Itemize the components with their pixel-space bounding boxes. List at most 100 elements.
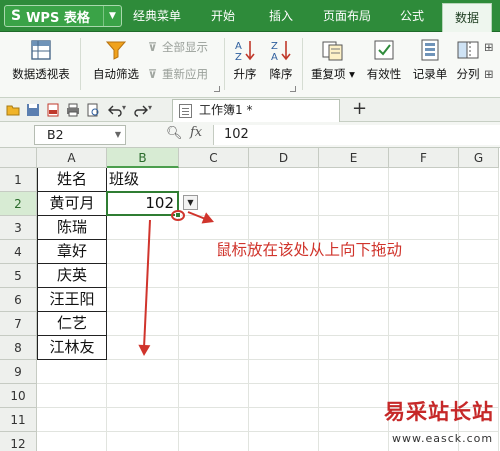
cell-c12[interactable]	[179, 432, 249, 451]
cell-c1[interactable]	[179, 168, 249, 192]
print-preview-icon[interactable]	[86, 103, 100, 117]
column-header-d[interactable]: D	[249, 148, 319, 168]
cell-d2[interactable]	[249, 192, 319, 216]
cell-f7[interactable]	[389, 312, 459, 336]
cell-e7[interactable]	[319, 312, 389, 336]
fx-icon[interactable]: fx	[190, 125, 202, 140]
cell-d3[interactable]	[249, 216, 319, 240]
cell-e1[interactable]	[319, 168, 389, 192]
more-ribbon-icon-2[interactable]: ⊞	[484, 65, 494, 83]
column-header-b[interactable]: B	[107, 148, 179, 168]
row-header-7[interactable]: 7	[0, 312, 37, 336]
row-header-5[interactable]: 5	[0, 264, 37, 288]
cell-e3[interactable]	[319, 216, 389, 240]
cell-a12[interactable]	[37, 432, 107, 451]
cell-e2[interactable]	[319, 192, 389, 216]
cell-g1[interactable]	[459, 168, 499, 192]
cell-a5[interactable]: 庆英	[37, 264, 107, 288]
app-menu-button[interactable]: S WPS 表格 ▼	[4, 5, 122, 27]
duplicates-button[interactable]: 重复项 ▾	[306, 36, 360, 92]
cell-b4[interactable]	[107, 240, 179, 264]
row-header-2[interactable]: 2	[0, 192, 37, 216]
cell-c7[interactable]	[179, 312, 249, 336]
cell-a6[interactable]: 汪王阳	[37, 288, 107, 312]
cell-d8[interactable]	[249, 336, 319, 360]
chevron-down-icon[interactable]: ▼	[103, 6, 121, 26]
cell-c11[interactable]	[179, 408, 249, 432]
cell-e6[interactable]	[319, 288, 389, 312]
document-tab[interactable]: 工作簿1 *	[172, 99, 340, 122]
row-header-10[interactable]: 10	[0, 384, 37, 408]
cell-e10[interactable]	[319, 384, 389, 408]
chevron-down-icon[interactable]: ▼	[115, 126, 121, 144]
row-header-9[interactable]: 9	[0, 360, 37, 384]
cell-g5[interactable]	[459, 264, 499, 288]
save-icon[interactable]	[26, 103, 40, 117]
cell-b8[interactable]	[107, 336, 179, 360]
row-header-3[interactable]: 3	[0, 216, 37, 240]
cell-d5[interactable]	[249, 264, 319, 288]
cell-d6[interactable]	[249, 288, 319, 312]
cell-a2[interactable]: 黄可月	[37, 192, 107, 216]
cell-a10[interactable]	[37, 384, 107, 408]
row-header-11[interactable]: 11	[0, 408, 37, 432]
cell-g4[interactable]	[459, 240, 499, 264]
cell-g6[interactable]	[459, 288, 499, 312]
cell-f3[interactable]	[389, 216, 459, 240]
tab-formulas[interactable]: 公式	[386, 0, 438, 32]
select-all-corner[interactable]	[0, 148, 37, 168]
zoom-search-icon[interactable]: 🔍︎	[166, 126, 183, 141]
cell-b12[interactable]	[107, 432, 179, 451]
row-header-4[interactable]: 4	[0, 240, 37, 264]
cell-g2[interactable]	[459, 192, 499, 216]
cell-e8[interactable]	[319, 336, 389, 360]
column-header-g[interactable]: G	[459, 148, 499, 168]
row-header-6[interactable]: 6	[0, 288, 37, 312]
cell-b11[interactable]	[107, 408, 179, 432]
filter-group-launcher-icon[interactable]	[214, 86, 220, 92]
export-pdf-icon[interactable]	[46, 103, 60, 117]
cell-a9[interactable]	[37, 360, 107, 384]
undo-dropdown-icon[interactable]: ▾	[122, 103, 126, 112]
cell-e11[interactable]	[319, 408, 389, 432]
column-header-e[interactable]: E	[319, 148, 389, 168]
cell-b6[interactable]	[107, 288, 179, 312]
sort-ascending-button[interactable]: A Z 升序	[228, 36, 262, 92]
cell-d10[interactable]	[249, 384, 319, 408]
sort-group-launcher-icon[interactable]	[290, 86, 296, 92]
cell-g3[interactable]	[459, 216, 499, 240]
reapply-button[interactable]: ⊽ 重新应用	[148, 65, 208, 83]
auto-filter-button[interactable]: 自动筛选	[88, 36, 144, 92]
autofill-options-icon[interactable]: ▼	[183, 195, 198, 210]
tab-insert[interactable]: 插入	[254, 0, 308, 32]
cell-a7[interactable]: 仁艺	[37, 312, 107, 336]
cell-a4[interactable]: 章好	[37, 240, 107, 264]
name-box[interactable]: B2 ▼	[34, 125, 126, 145]
row-header-12[interactable]: 12	[0, 432, 37, 451]
cell-a8[interactable]: 江林友	[37, 336, 107, 360]
cell-f8[interactable]	[389, 336, 459, 360]
column-header-a[interactable]: A	[37, 148, 107, 168]
split-column-button[interactable]: 分列	[454, 36, 482, 92]
cell-c5[interactable]	[179, 264, 249, 288]
cell-b10[interactable]	[107, 384, 179, 408]
more-ribbon-icon[interactable]: ⊞	[484, 38, 494, 56]
validity-button[interactable]: 有效性	[362, 36, 406, 92]
cell-c8[interactable]	[179, 336, 249, 360]
cell-f5[interactable]	[389, 264, 459, 288]
pivot-table-button[interactable]: 数据透视表	[6, 36, 76, 92]
cell-f1[interactable]	[389, 168, 459, 192]
cell-e12[interactable]	[319, 432, 389, 451]
tab-page-layout[interactable]: 页面布局	[312, 0, 382, 32]
cell-b1[interactable]: 班级	[107, 168, 179, 192]
cell-d7[interactable]	[249, 312, 319, 336]
cell-b7[interactable]	[107, 312, 179, 336]
open-folder-icon[interactable]	[6, 103, 20, 117]
redo-icon[interactable]	[134, 103, 148, 117]
print-icon[interactable]	[66, 103, 80, 117]
cell-d1[interactable]	[249, 168, 319, 192]
cell-f2[interactable]	[389, 192, 459, 216]
cell-b9[interactable]	[107, 360, 179, 384]
cell-b5[interactable]	[107, 264, 179, 288]
redo-dropdown-icon[interactable]: ▾	[148, 103, 152, 112]
